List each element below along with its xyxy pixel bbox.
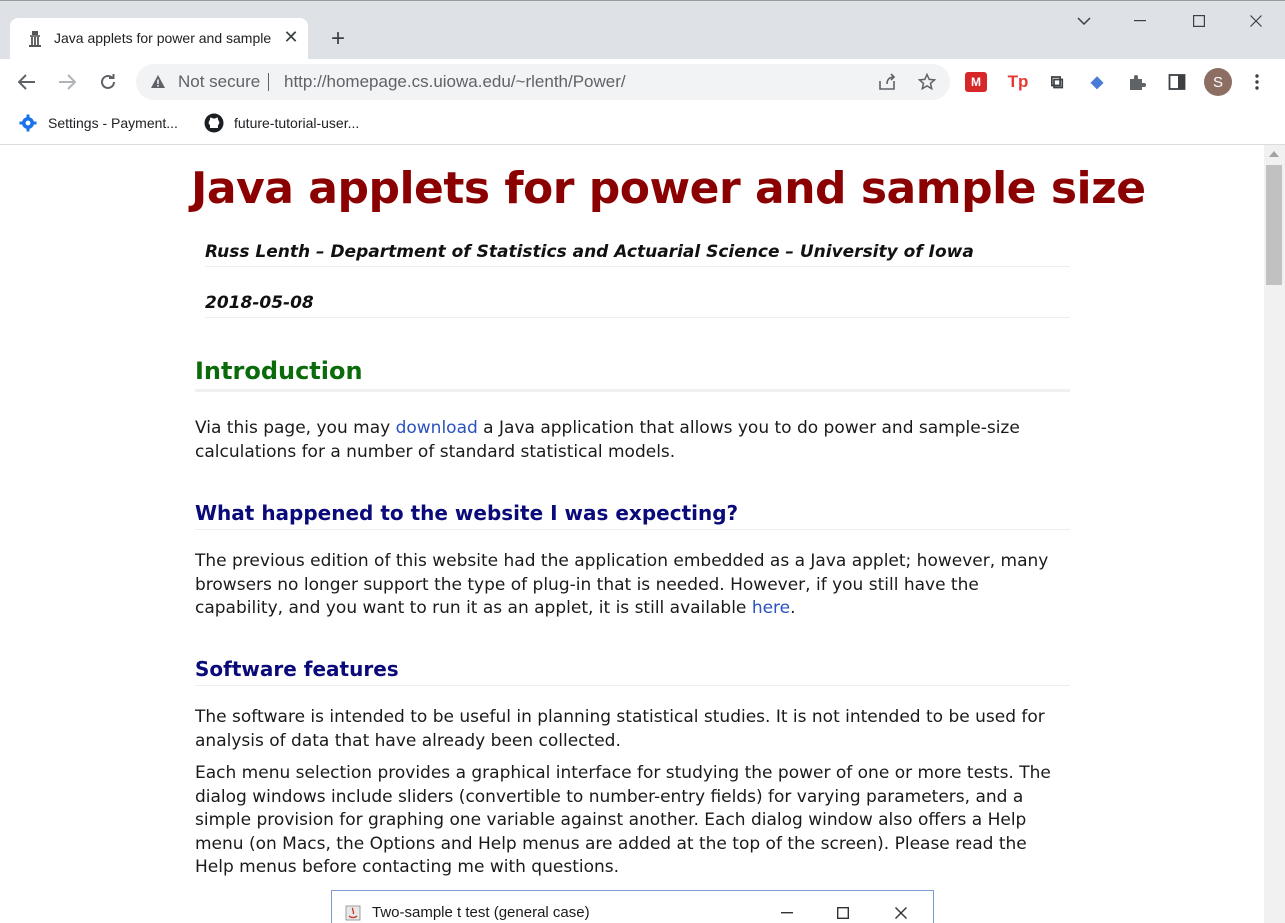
page-favicon-icon <box>29 31 41 47</box>
menu-kebab-icon[interactable] <box>1245 70 1269 94</box>
date-line: 2018-05-08 <box>205 293 1070 318</box>
maximize-icon[interactable] <box>1176 5 1222 37</box>
github-icon <box>204 113 224 133</box>
applet-window-screenshot: Two-sample t test (general case) <box>331 890 934 923</box>
url-text[interactable]: http://homepage.cs.uiowa.edu/~rlenth/Pow… <box>284 72 626 92</box>
profile-initial: S <box>1212 73 1223 91</box>
profile-avatar[interactable]: S <box>1204 68 1232 96</box>
forward-arrow-icon[interactable] <box>51 66 83 98</box>
website-text-after: . <box>790 598 796 618</box>
scholar-glyph: ◆ <box>1090 74 1104 91</box>
gear-icon <box>18 113 38 133</box>
bookmark-label: future-tutorial-user... <box>234 115 360 131</box>
introduction-paragraph: Via this page, you may download a Java a… <box>195 417 1070 464</box>
tp-glyph: Tp <box>1007 72 1029 91</box>
tab-strip: Java applets for power and sample size ✕… <box>0 0 1285 60</box>
close-window-icon[interactable] <box>1233 5 1279 37</box>
address-bar[interactable]: Not secure http://homepage.cs.uiowa.edu/… <box>136 64 950 100</box>
mendeley-extension-icon[interactable]: M <box>965 72 987 92</box>
applet-window-title: Two-sample t test (general case) <box>372 904 590 921</box>
here-link[interactable]: here <box>752 598 790 618</box>
bookmark-settings-payment[interactable]: Settings - Payment... <box>18 112 178 134</box>
screencast-glyph: ⧉ <box>1050 71 1064 92</box>
page-title: Java applets for power and sample size <box>191 163 1146 214</box>
features-paragraph-2: Each menu selection provides a graphical… <box>195 763 1051 877</box>
website-text-before: The previous edition of this website had… <box>195 551 1049 618</box>
omnibox-divider <box>268 73 269 91</box>
java-icon <box>345 905 361 921</box>
scroll-up-arrow-icon[interactable] <box>1269 151 1279 157</box>
website-heading: What happened to the website I was expec… <box>195 501 1070 530</box>
tp-extension-icon[interactable]: Tp <box>1006 70 1030 94</box>
scrollbar-thumb[interactable] <box>1266 165 1282 285</box>
page-viewport[interactable]: Java applets for power and sample size R… <box>0 145 1264 923</box>
applet-close-icon <box>889 901 913 923</box>
introduction-heading: Introduction <box>195 357 1070 392</box>
new-tab-button[interactable]: + <box>324 25 352 53</box>
download-link[interactable]: download <box>396 418 478 438</box>
applet-minimize-icon <box>775 901 799 923</box>
browser-toolbar: Not secure http://homepage.cs.uiowa.edu/… <box>0 59 1285 105</box>
website-paragraph: The previous edition of this website had… <box>195 550 1070 621</box>
browser-chrome: Java applets for power and sample size ✕… <box>0 0 1285 145</box>
page-scrollbar[interactable] <box>1264 145 1285 923</box>
features-paragraph-1: The software is intended to be useful in… <box>195 707 1045 751</box>
screencast-extension-icon[interactable]: ⧉ <box>1045 70 1069 94</box>
warning-icon[interactable] <box>150 74 166 90</box>
tab-title: Java applets for power and sample size <box>54 30 274 46</box>
reload-icon[interactable] <box>92 66 124 98</box>
tab-close-icon[interactable]: ✕ <box>280 26 302 48</box>
scholar-extension-icon[interactable]: ◆ <box>1085 70 1109 94</box>
side-panel-icon[interactable] <box>1165 70 1189 94</box>
security-status-label[interactable]: Not secure <box>178 72 260 92</box>
intro-text-before: Via this page, you may <box>195 418 396 438</box>
minimize-icon[interactable] <box>1117 5 1163 37</box>
browser-tab[interactable]: Java applets for power and sample size ✕ <box>10 18 308 60</box>
extensions-puzzle-icon[interactable] <box>1125 70 1149 94</box>
back-arrow-icon[interactable] <box>11 66 43 98</box>
bookmarks-bar: Settings - Payment... future-tutorial-us… <box>0 105 1285 145</box>
software-features-heading: Software features <box>195 657 1070 686</box>
mendeley-glyph: M <box>971 75 981 89</box>
tab-search-chevron-icon[interactable] <box>1061 5 1107 37</box>
applet-maximize-icon <box>831 901 855 923</box>
author-line: Russ Lenth – Department of Statistics an… <box>205 242 1070 267</box>
share-icon[interactable] <box>875 70 899 94</box>
bookmark-label: Settings - Payment... <box>48 115 178 131</box>
bookmark-star-icon[interactable] <box>915 70 939 94</box>
bookmark-future-tutorial[interactable]: future-tutorial-user... <box>204 112 359 134</box>
